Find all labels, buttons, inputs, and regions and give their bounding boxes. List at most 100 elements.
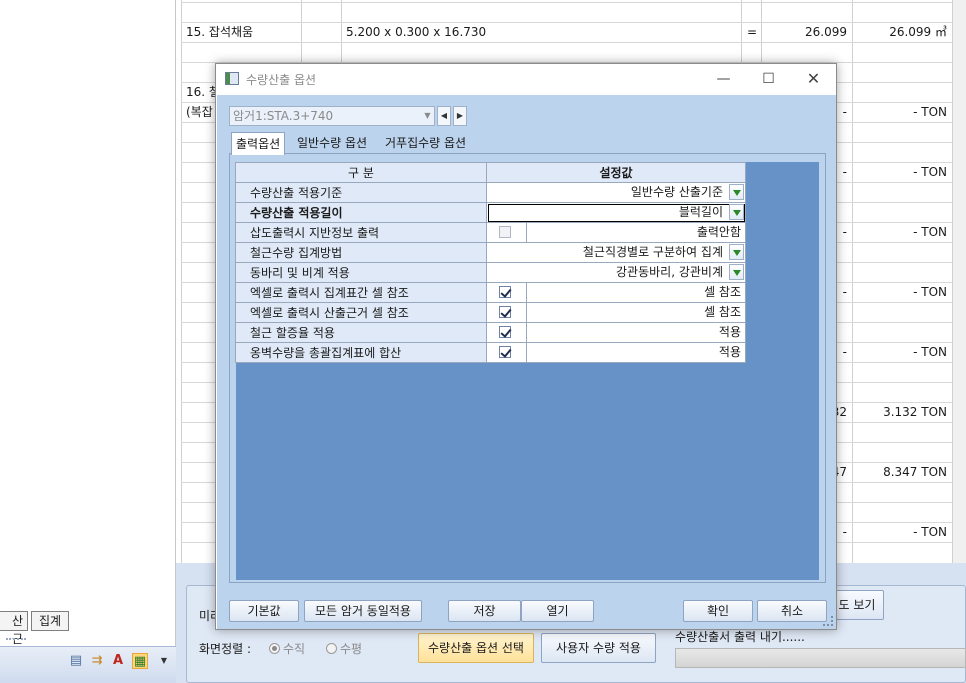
- radio-icon: [269, 643, 280, 654]
- row-label: (복잡: [186, 105, 213, 119]
- checkbox[interactable]: [499, 346, 511, 358]
- chevron-down-icon[interactable]: ▼: [421, 107, 434, 125]
- option-value-dropdown[interactable]: 일반수량 산출기준: [486, 182, 746, 203]
- option-label: 수량산출 적용기준: [235, 182, 487, 203]
- quantity-option-select-button[interactable]: 수량산출 옵션 선택: [418, 633, 534, 663]
- checkbox[interactable]: [499, 286, 511, 298]
- option-value: 셀 참조: [704, 305, 741, 319]
- option-value: 출력안함: [696, 225, 741, 239]
- drawing-view-button[interactable]: 도 보기: [830, 590, 884, 620]
- option-value-dropdown[interactable]: 철근직경별로 구분하여 집계: [486, 242, 746, 263]
- row-total: - TON: [913, 285, 947, 299]
- default-button[interactable]: 기본값: [229, 600, 299, 622]
- option-value: 일반수량 산출기준: [630, 185, 723, 199]
- align-horizontal-radio[interactable]: 수평: [326, 640, 362, 657]
- export-status-text: 수량산출서 출력 내기......: [675, 630, 805, 644]
- option-label: 삽도출력시 지반정보 출력: [235, 222, 487, 243]
- export-progress-bar: [675, 648, 966, 668]
- option-value: 블럭길이: [678, 205, 723, 219]
- app-window-icon: [225, 72, 239, 85]
- option-value-dropdown[interactable]: 블럭길이: [486, 202, 746, 223]
- grid-row: 삽도출력시 지반정보 출력 출력안함: [235, 222, 746, 243]
- row-total: - TON: [913, 225, 947, 239]
- ok-button[interactable]: 확인: [683, 600, 753, 622]
- chevron-down-icon[interactable]: [729, 244, 744, 260]
- dialog-titlebar[interactable]: 수량산출 옵션 — ☐ ✕: [216, 64, 836, 95]
- open-button[interactable]: 열기: [521, 600, 594, 622]
- grid-row: 수량산출 적용기준 일반수량 산출기준: [235, 182, 746, 203]
- row-total: - TON: [913, 165, 947, 179]
- next-arrow-icon[interactable]: ▶: [453, 106, 467, 126]
- option-label: 동바리 및 비계 적용: [235, 262, 487, 283]
- option-value-check: 적용: [486, 342, 746, 363]
- quantity-option-dialog: 수량산출 옵션 — ☐ ✕ 암거1:STA.3+740 ▼ ◀ ▶ 출력옵션 일…: [215, 63, 837, 630]
- user-quantity-apply-button[interactable]: 사용자 수량 적용: [541, 633, 656, 663]
- output-options-grid: 구 분 설정값 수량산출 적용기준 일반수량 산출기준 수량산출 적용길이 블럭…: [235, 162, 746, 363]
- minimize-icon[interactable]: —: [701, 64, 746, 94]
- prev-arrow-icon[interactable]: ◀: [437, 106, 451, 126]
- sheet-scrollbar[interactable]: [952, 0, 966, 563]
- apply-all-culverts-button[interactable]: 모든 암거 동일적용: [304, 600, 422, 622]
- row-value: 26.099: [805, 25, 847, 39]
- chevron-down-icon[interactable]: [729, 264, 744, 280]
- option-value-check: 셀 참조: [486, 302, 746, 323]
- culvert-select-combo[interactable]: 암거1:STA.3+740 ▼: [229, 106, 435, 126]
- radio-icon: [326, 643, 337, 654]
- checkbox[interactable]: [499, 306, 511, 318]
- excel-icon[interactable]: ▦: [132, 653, 148, 669]
- align-vertical-radio[interactable]: 수직: [269, 640, 305, 657]
- resize-grip-icon[interactable]: [823, 616, 833, 626]
- row-expression: 5.200 x 0.300 x 16.730: [346, 25, 487, 39]
- radio-label: 수평: [340, 642, 363, 656]
- splitter-grip[interactable]: [6, 638, 26, 642]
- chevron-down-icon[interactable]: ▼: [156, 653, 172, 669]
- option-label: 옹벽수량을 총괄집계표에 합산: [235, 342, 487, 363]
- option-label: 철근 할증율 적용: [235, 322, 487, 343]
- grid-row: 엑셀로 출력시 집계표간 셀 참조 셀 참조: [235, 282, 746, 303]
- grid-row: 수량산출 적용길이 블럭길이: [235, 202, 746, 223]
- radio-label: 수직: [283, 642, 306, 656]
- chevron-down-icon[interactable]: [729, 184, 744, 200]
- save-button[interactable]: 저장: [448, 600, 521, 622]
- dialog-title: 수량산출 옵션: [246, 73, 317, 87]
- grid-row: 철근수량 집계방법 철근직경별로 구분하여 집계: [235, 242, 746, 263]
- pdf-icon[interactable]: A: [110, 653, 126, 669]
- maximize-icon[interactable]: ☐: [746, 64, 791, 94]
- row-total: 8.347 TON: [883, 465, 947, 479]
- option-value-check: 셀 참조: [486, 282, 746, 303]
- header-setting: 설정값: [486, 162, 746, 183]
- option-value-check: 출력안함: [486, 222, 746, 243]
- row-total: 26.099 ㎥: [889, 25, 947, 39]
- option-value: 적용: [718, 325, 741, 339]
- document-icon[interactable]: ▤: [68, 653, 84, 669]
- row-label: 15. 잡석채움: [186, 25, 254, 39]
- grid-row: 철근 할증율 적용 적용: [235, 322, 746, 343]
- tab-formwork-quantity-options[interactable]: 거푸집수량 옵션: [381, 132, 470, 154]
- cell-divider: [526, 223, 527, 242]
- export-icon[interactable]: ⇉: [89, 653, 105, 669]
- tab-general-quantity-options[interactable]: 일반수량 옵션: [293, 132, 371, 154]
- cell-divider: [526, 303, 527, 322]
- option-label: 엑셀로 출력시 집계표간 셀 참조: [235, 282, 487, 303]
- option-value: 강관동바리, 강관비계: [616, 265, 723, 279]
- tab-sangeun[interactable]: 산근: [0, 611, 28, 646]
- chevron-down-icon[interactable]: [729, 204, 744, 220]
- checkbox[interactable]: [499, 226, 511, 238]
- row-total: - TON: [913, 345, 947, 359]
- row-total: 3.132 TON: [883, 405, 947, 419]
- grid-header-row: 구 분 설정값: [235, 162, 746, 183]
- tab-output-options[interactable]: 출력옵션: [231, 132, 286, 155]
- cell-divider: [526, 323, 527, 342]
- tab-summary[interactable]: 집계: [31, 611, 69, 631]
- cell-divider: [526, 283, 527, 302]
- option-value: 철근직경별로 구분하여 집계: [582, 245, 723, 259]
- row-equals: =: [747, 25, 758, 39]
- combo-value: 암거1:STA.3+740: [233, 109, 334, 123]
- option-value: 셀 참조: [704, 285, 741, 299]
- header-category: 구 분: [235, 162, 487, 183]
- close-icon[interactable]: ✕: [791, 64, 836, 94]
- checkbox[interactable]: [499, 326, 511, 338]
- cancel-button[interactable]: 취소: [757, 600, 827, 622]
- left-toolbar: [0, 646, 176, 683]
- option-value-dropdown[interactable]: 강관동바리, 강관비계: [486, 262, 746, 283]
